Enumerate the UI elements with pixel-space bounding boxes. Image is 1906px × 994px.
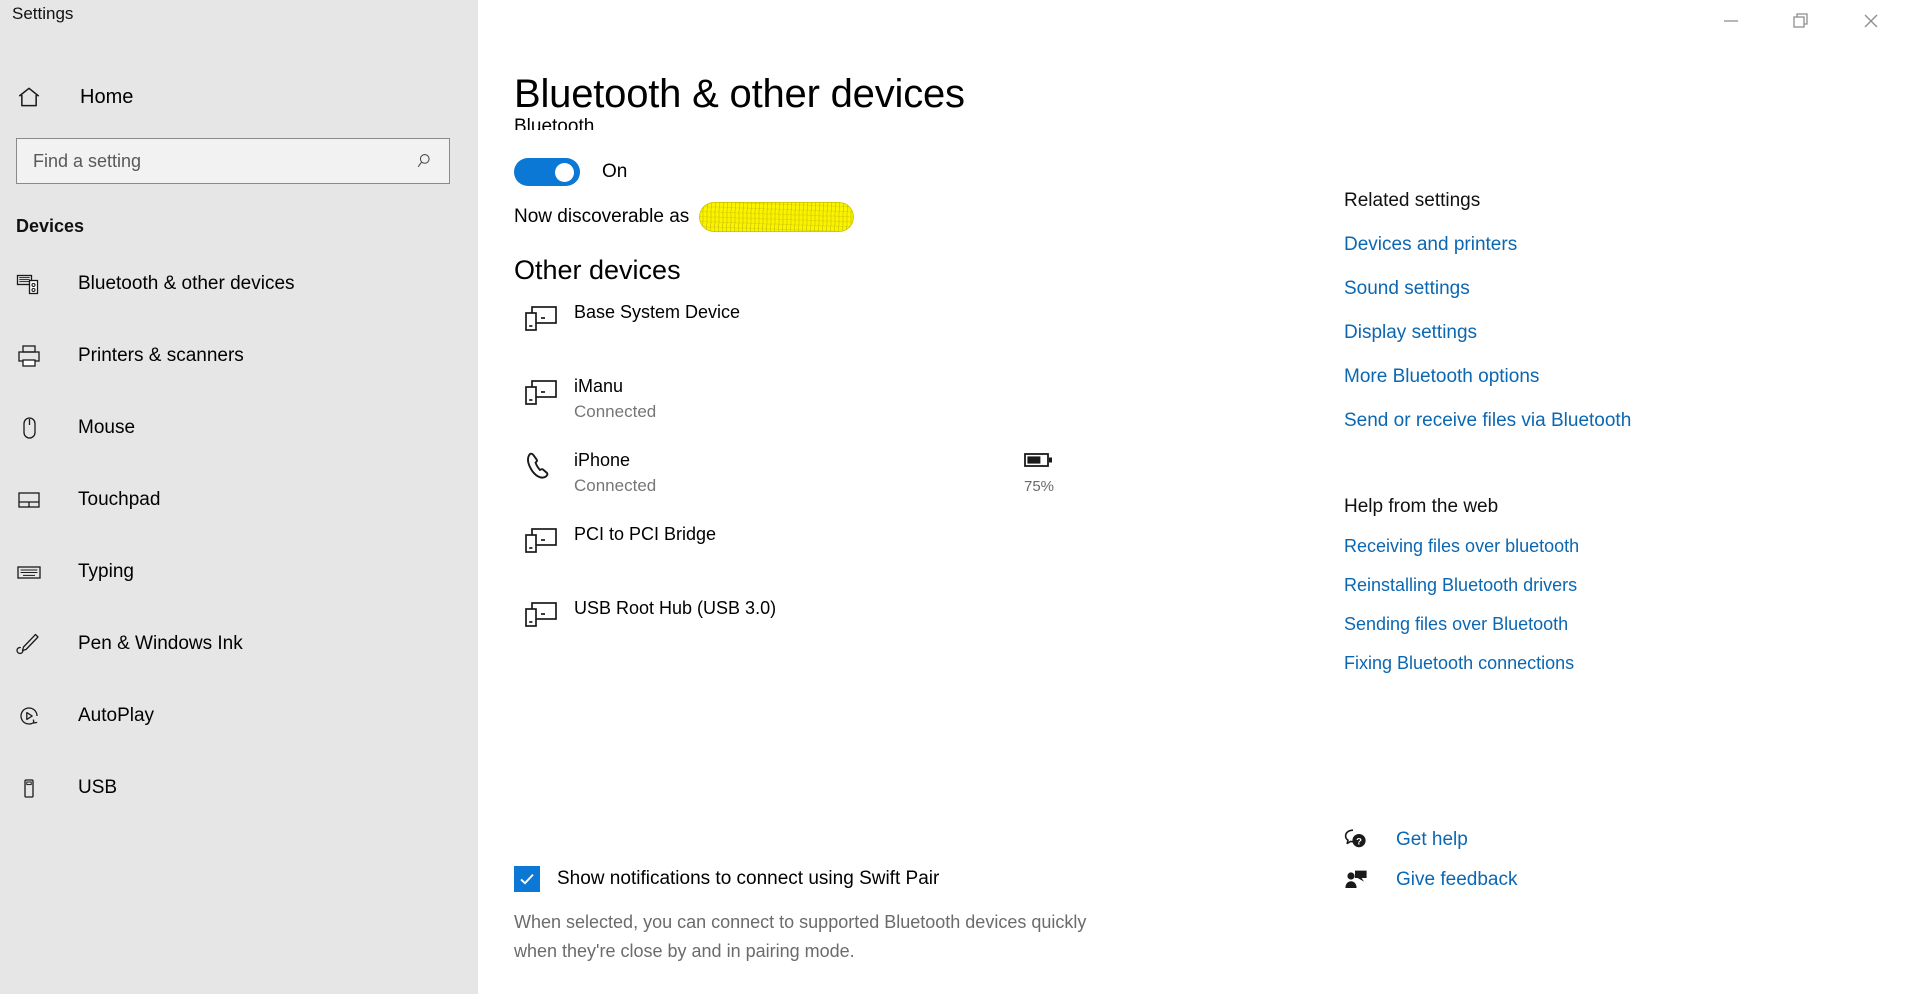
generic-device-icon <box>514 594 570 632</box>
link-sending-files-over-bluetooth[interactable]: Sending files over Bluetooth <box>1344 614 1579 635</box>
sidebar-item-pen-windows-ink[interactable]: Pen & Windows Ink <box>0 621 478 667</box>
sidebar-item-mouse[interactable]: Mouse <box>0 405 478 451</box>
link-more-bluetooth-options[interactable]: More Bluetooth options <box>1344 366 1631 388</box>
close-icon <box>1859 9 1883 33</box>
phone-icon <box>514 446 570 486</box>
main-content: Bluetooth & other devices Bluetooth On N… <box>478 0 1906 994</box>
search-icon[interactable] <box>415 150 437 172</box>
link-send-receive-files[interactable]: Send or receive files via Bluetooth <box>1344 410 1631 432</box>
printer-icon <box>16 343 50 369</box>
redacted-device-name <box>699 202 855 232</box>
device-name: Base System Device <box>574 302 741 322</box>
window-title: Settings <box>12 4 74 23</box>
link-display-settings[interactable]: Display settings <box>1344 322 1631 344</box>
autoplay-icon <box>16 703 50 729</box>
bluetooth-devices-icon <box>16 271 50 297</box>
get-help-label: Get help <box>1396 829 1468 850</box>
generic-device-icon <box>514 372 570 410</box>
battery-indicator: 75% <box>1004 452 1074 495</box>
generic-device-icon <box>514 520 570 558</box>
help-from-web-group: Help from the web Receiving files over b… <box>1344 496 1579 674</box>
help-from-web-heading: Help from the web <box>1344 496 1499 517</box>
bluetooth-section-label: Bluetooth <box>514 116 595 130</box>
sidebar-item-bluetooth-other-devices[interactable]: Bluetooth & other devices <box>0 261 478 307</box>
sidebar-item-autoplay[interactable]: AutoPlay <box>0 693 478 739</box>
sidebar-item-label: Pen & Windows Ink <box>78 633 243 654</box>
device-status: Connected <box>574 402 657 421</box>
link-fixing-bluetooth-connections[interactable]: Fixing Bluetooth connections <box>1344 653 1579 674</box>
bluetooth-toggle[interactable] <box>514 158 580 186</box>
minimize-icon <box>1719 9 1743 33</box>
usb-icon <box>16 775 50 801</box>
mouse-icon <box>16 415 50 441</box>
search-box[interactable] <box>16 138 450 184</box>
sidebar-item-label: Touchpad <box>78 489 161 510</box>
page-title: Bluetooth & other devices <box>514 72 965 116</box>
sidebar-item-usb[interactable]: USB <box>0 765 478 811</box>
sidebar-item-label: Mouse <box>78 417 136 438</box>
bluetooth-toggle-state: On <box>602 161 628 182</box>
feedback-person-icon <box>1344 868 1378 892</box>
sidebar-nav: Bluetooth & other devices Printers & sca… <box>0 261 478 811</box>
swift-pair-checkbox[interactable] <box>514 866 540 892</box>
link-sound-settings[interactable]: Sound settings <box>1344 278 1631 300</box>
sidebar-item-label: Typing <box>78 561 134 582</box>
minimize-button[interactable] <box>1696 0 1766 42</box>
discoverable-row: Now discoverable as <box>514 202 855 232</box>
sidebar-item-label: Printers & scanners <box>78 345 244 366</box>
other-devices-heading: Other devices <box>514 255 681 285</box>
swift-pair-section: Show notifications to connect using Swif… <box>514 866 1094 966</box>
link-reinstalling-bluetooth-drivers[interactable]: Reinstalling Bluetooth drivers <box>1344 575 1579 596</box>
swift-pair-label: Show notifications to connect using Swif… <box>557 868 940 889</box>
sidebar: Home Devices <box>0 0 478 994</box>
sidebar-item-label: USB <box>78 777 118 798</box>
swift-pair-description: When selected, you can connect to suppor… <box>514 912 1087 961</box>
pen-icon <box>16 631 50 657</box>
sidebar-group-title: Devices <box>16 216 85 236</box>
keyboard-icon <box>16 559 50 585</box>
toggle-knob <box>555 162 574 182</box>
right-rail: Related settings Devices and printers So… <box>1344 0 1764 994</box>
link-receiving-files-over-bluetooth[interactable]: Receiving files over bluetooth <box>1344 536 1579 557</box>
swift-pair-row[interactable]: Show notifications to connect using Swif… <box>514 866 1094 892</box>
related-settings-group: Related settings Devices and printers So… <box>1344 190 1631 432</box>
bluetooth-toggle-row: On <box>514 158 627 186</box>
device-status: Connected <box>574 476 657 495</box>
restore-icon <box>1789 9 1813 33</box>
sidebar-item-touchpad[interactable]: Touchpad <box>0 477 478 523</box>
restore-button[interactable] <box>1766 0 1836 42</box>
rail-footer: ? Get help Give feedback <box>1344 828 1517 908</box>
sidebar-item-home[interactable]: Home <box>0 74 478 120</box>
discoverable-label: Now discoverable as <box>514 206 690 227</box>
sidebar-item-label: AutoPlay <box>78 705 155 726</box>
device-name: PCI to PCI Bridge <box>574 524 717 544</box>
sidebar-item-printers-scanners[interactable]: Printers & scanners <box>0 333 478 379</box>
sidebar-item-typing[interactable]: Typing <box>0 549 478 595</box>
give-feedback-label: Give feedback <box>1396 869 1518 890</box>
help-bubble-icon: ? <box>1344 828 1378 852</box>
search-input[interactable] <box>31 149 415 173</box>
battery-icon <box>1024 453 1052 467</box>
device-name: USB Root Hub (USB 3.0) <box>574 598 777 618</box>
related-settings-heading: Related settings <box>1344 190 1481 211</box>
home-icon <box>16 84 56 110</box>
svg-text:?: ? <box>1356 836 1362 847</box>
window-controls <box>1696 0 1906 42</box>
settings-window: Settings Home Find a setting Devices Blu… <box>0 0 1906 994</box>
get-help-button[interactable]: ? Get help <box>1344 828 1517 852</box>
give-feedback-button[interactable]: Give feedback <box>1344 868 1517 892</box>
generic-device-icon <box>514 298 570 336</box>
checkmark-icon <box>520 873 534 885</box>
battery-percent: 75% <box>1023 478 1055 495</box>
sidebar-item-label: Bluetooth & other devices <box>78 273 295 294</box>
touchpad-icon <box>16 487 50 513</box>
link-devices-and-printers[interactable]: Devices and printers <box>1344 234 1631 256</box>
sidebar-home-label: Home <box>80 85 134 108</box>
device-name: iPhone <box>574 450 631 470</box>
device-name: iManu <box>574 376 624 396</box>
close-button[interactable] <box>1836 0 1906 42</box>
